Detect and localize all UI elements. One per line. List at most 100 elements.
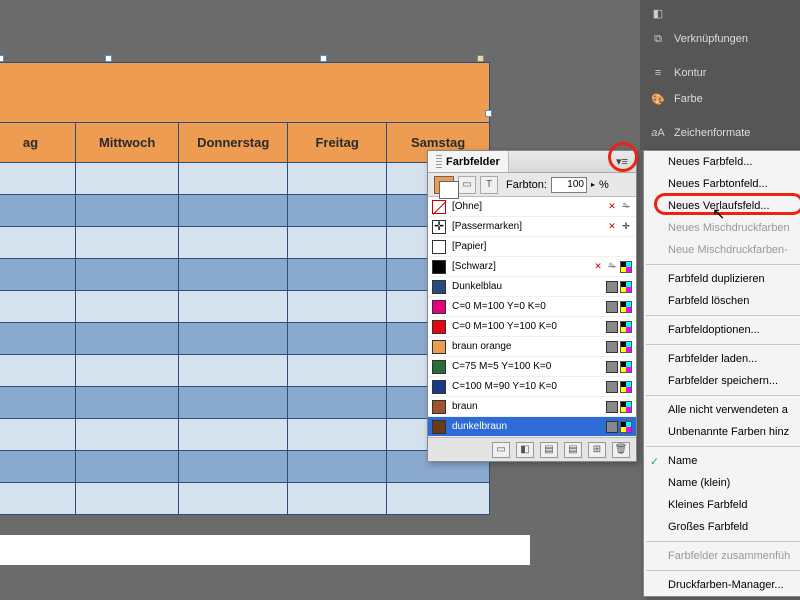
swatches-panel: Farbfelder ▸▸ ▾≡ ▭ T Farbton: ▸ % [Ohne]… — [427, 150, 637, 462]
menu-item[interactable]: Neues Farbtonfeld... — [644, 173, 800, 195]
menu-item[interactable]: Name — [644, 450, 800, 472]
menu-item[interactable]: Kleines Farbfeld — [644, 494, 800, 516]
x-icon: ✕ — [592, 261, 604, 273]
swatch-row[interactable]: [Passermarken]✕✛ — [428, 217, 636, 237]
swatch-chip — [432, 220, 446, 234]
show-color-button[interactable]: ◧ — [516, 442, 534, 458]
swatch-chip — [432, 400, 446, 414]
menu-item[interactable]: Farbfelder laden... — [644, 348, 800, 370]
lock-icon — [606, 261, 618, 273]
swatch-type-icons — [606, 401, 632, 413]
swatch-name: C=100 M=90 Y=10 K=0 — [452, 381, 600, 392]
links-icon: ⧉ — [650, 31, 666, 47]
menu-item[interactable]: Farbfeldoptionen... — [644, 319, 800, 341]
container-format-button[interactable]: ▭ — [458, 176, 476, 194]
charstyle-icon: aA — [650, 125, 666, 141]
calendar-table[interactable]: ag Mittwoch Donnerstag Freitag Samstag — [0, 122, 490, 515]
swatch-chip — [432, 240, 446, 254]
menu-separator — [646, 570, 800, 571]
swatch-type-icons — [606, 421, 632, 433]
swatch-name: C=0 M=100 Y=0 K=0 — [452, 301, 600, 312]
menu-item[interactable]: Unbenannte Farben hinz — [644, 421, 800, 443]
swatch-row[interactable]: [Ohne]✕ — [428, 197, 636, 217]
panel-tab-charstyles[interactable]: aA Zeichenformate — [640, 120, 800, 146]
annotation-oval — [654, 193, 800, 215]
menu-item[interactable]: Name (klein) — [644, 472, 800, 494]
text-format-button[interactable]: T — [480, 176, 498, 194]
panel-label: Verknüpfungen — [674, 33, 748, 45]
menu-separator — [646, 344, 800, 345]
cmyk-icon — [620, 261, 632, 273]
swatch-type-icons — [606, 361, 632, 373]
tint-arrow-icon[interactable]: ▸ — [591, 180, 595, 189]
menu-item[interactable]: Farbfeld duplizieren — [644, 268, 800, 290]
swatch-row[interactable]: C=100 M=90 Y=10 K=0 — [428, 377, 636, 397]
selection-handle[interactable] — [477, 55, 484, 62]
menu-item: Farbfelder zusammenfüh — [644, 545, 800, 567]
panel-label: Zeichenformate — [674, 127, 750, 139]
swatch-chip — [432, 320, 446, 334]
docked-panels: ◧ ⧉ Verknüpfungen ≡ Kontur 🎨 Farbe aA Ze… — [640, 0, 800, 150]
swatch-row[interactable]: dunkelbraun — [428, 417, 636, 437]
swatches-tab[interactable]: Farbfelder — [428, 151, 509, 172]
tint-input[interactable] — [551, 177, 587, 193]
selection-handle[interactable] — [0, 55, 4, 62]
swatch-row[interactable]: [Papier] — [428, 237, 636, 257]
menu-item[interactable]: Farbfeld löschen — [644, 290, 800, 312]
swatches-toolbar: ▭ T Farbton: ▸ % — [428, 173, 636, 197]
swatch-name: braun — [452, 401, 600, 412]
swatch-name: [Schwarz] — [452, 261, 586, 272]
swatch-row[interactable]: braun — [428, 397, 636, 417]
swatch-type-icons — [606, 381, 632, 393]
panel-tab-stroke[interactable]: ≡ Kontur — [640, 60, 800, 86]
lock-icon — [620, 201, 632, 213]
swatch-name: dunkelbraun — [452, 421, 600, 432]
swatch-row[interactable]: braun orange — [428, 337, 636, 357]
selection-handle[interactable] — [105, 55, 112, 62]
swatch-name: Dunkelblau — [452, 281, 600, 292]
menu-item[interactable]: Großes Farbfeld — [644, 516, 800, 538]
menu-item[interactable]: Neues Farbfeld... — [644, 151, 800, 173]
cmyk-icon — [620, 421, 632, 433]
panel-tab-layers[interactable]: ◧ — [640, 0, 800, 26]
swatch-row[interactable]: C=0 M=100 Y=0 K=0 — [428, 297, 636, 317]
menu-item: Neues Mischdruckfarben — [644, 217, 800, 239]
menu-item[interactable]: Druckfarben-Manager... — [644, 574, 800, 596]
panel-titlebar[interactable]: Farbfelder ▸▸ ▾≡ — [428, 151, 636, 173]
swatches-flyout-menu: Neues Farbfeld...Neues Farbtonfeld... Neu… — [643, 150, 800, 597]
new-swatch-button[interactable]: ▤ — [564, 442, 582, 458]
fill-stroke-proxy[interactable] — [434, 176, 454, 194]
day-header: Mittwoch — [75, 123, 178, 163]
menu-item[interactable]: Alle nicht verwendeten a — [644, 399, 800, 421]
selection-handle[interactable] — [320, 55, 327, 62]
day-header: Donnerstag — [179, 123, 288, 163]
swatch-row[interactable]: C=75 M=5 Y=100 K=0 — [428, 357, 636, 377]
swatch-row[interactable]: Dunkelblau — [428, 277, 636, 297]
swatch-name: C=0 M=100 Y=100 K=0 — [452, 321, 600, 332]
gray-icon — [606, 321, 618, 333]
menu-separator — [646, 541, 800, 542]
swatch-name: C=75 M=5 Y=100 K=0 — [452, 361, 600, 372]
menu-separator — [646, 395, 800, 396]
swatch-type-icons — [606, 281, 632, 293]
swatch-chip — [432, 360, 446, 374]
swatch-list[interactable]: [Ohne]✕[Passermarken]✕✛ [Papier] [Schwarz]… — [428, 197, 636, 437]
swatch-name: [Papier] — [452, 241, 626, 252]
panel-tab-color[interactable]: 🎨 Farbe — [640, 86, 800, 112]
menu-separator — [646, 315, 800, 316]
panel-title: Farbfelder — [446, 156, 500, 168]
menu-item[interactable]: Farbfelder speichern... — [644, 370, 800, 392]
panel-tab-links[interactable]: ⧉ Verknüpfungen — [640, 26, 800, 52]
swatch-chip — [432, 260, 446, 274]
page-edge — [0, 535, 530, 565]
new-swatch-button-2[interactable]: ⊞ — [588, 442, 606, 458]
cmyk-icon — [620, 401, 632, 413]
swatch-row[interactable]: C=0 M=100 Y=100 K=0 — [428, 317, 636, 337]
gray-icon — [606, 301, 618, 313]
delete-swatch-button[interactable]: 🗑 — [612, 442, 630, 458]
selection-handle[interactable] — [485, 110, 492, 117]
cmyk-icon — [620, 381, 632, 393]
swatch-row[interactable]: [Schwarz] ✕ — [428, 257, 636, 277]
show-all-button[interactable]: ▭ — [492, 442, 510, 458]
show-gradient-button[interactable]: ▤ — [540, 442, 558, 458]
